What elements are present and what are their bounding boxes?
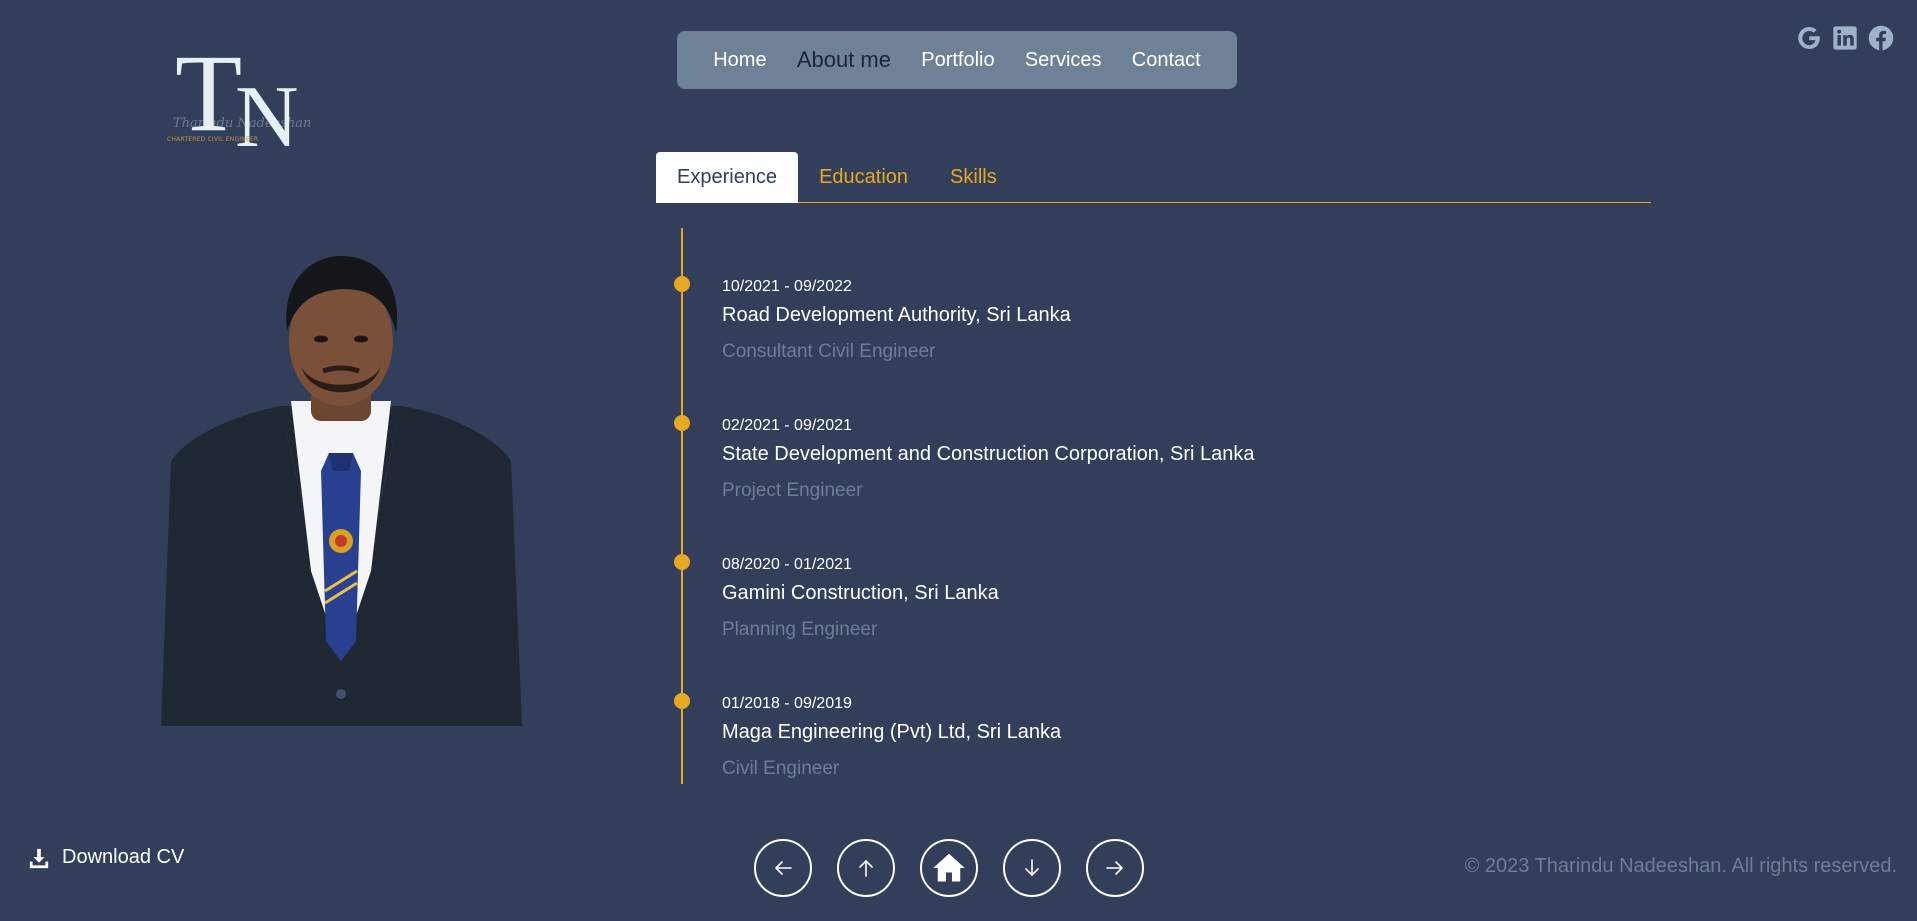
nav-about-me[interactable]: About me bbox=[797, 47, 891, 73]
timeline-dot bbox=[674, 276, 690, 292]
experience-organization: Maga Engineering (Pvt) Ltd, Sri Lanka bbox=[722, 721, 1062, 743]
logo-letter-t: T bbox=[175, 32, 242, 154]
experience-role: Planning Engineer bbox=[722, 619, 878, 640]
nav-contact[interactable]: Contact bbox=[1132, 49, 1201, 72]
timeline-item: 02/2021 - 09/2021 State Development and … bbox=[656, 367, 1556, 501]
about-tabs: Experience Education Skills bbox=[656, 152, 1651, 203]
home-icon bbox=[933, 853, 965, 882]
experience-date: 02/2021 - 09/2021 bbox=[722, 417, 852, 434]
social-links bbox=[1795, 24, 1895, 52]
timeline-item: 01/2018 - 09/2019 Maga Engineering (Pvt)… bbox=[656, 645, 1556, 779]
experience-role: Project Engineer bbox=[722, 480, 863, 501]
experience-date: 01/2018 - 09/2019 bbox=[722, 695, 852, 712]
timeline-dot bbox=[674, 693, 690, 709]
logo-tagline: CHARTERED CIVIL ENGINEER bbox=[167, 136, 259, 143]
logo[interactable]: T N Tharindu Nadeeshan CHARTERED CIVIL E… bbox=[165, 32, 315, 162]
nav-services[interactable]: Services bbox=[1025, 49, 1102, 72]
experience-date: 10/2021 - 09/2022 bbox=[722, 278, 852, 295]
timeline-item: 08/2020 - 01/2021 Gamini Construction, S… bbox=[656, 506, 1556, 640]
next-section-button[interactable] bbox=[1086, 839, 1144, 897]
timeline-item: 10/2021 - 09/2022 Road Development Autho… bbox=[656, 228, 1556, 362]
experience-role: Civil Engineer bbox=[722, 758, 840, 779]
download-icon bbox=[29, 848, 49, 868]
main-nav: Home About me Portfolio Services Contact bbox=[677, 31, 1237, 89]
arrow-down-icon bbox=[1025, 859, 1039, 876]
nav-home[interactable]: Home bbox=[713, 49, 766, 72]
timeline-dot bbox=[674, 415, 690, 431]
scroll-down-button[interactable] bbox=[1003, 839, 1061, 897]
tab-education[interactable]: Education bbox=[798, 152, 929, 203]
experience-timeline: 10/2021 - 09/2022 Road Development Autho… bbox=[656, 228, 1556, 784]
arrow-up-icon bbox=[859, 860, 873, 877]
download-cv-button[interactable]: Download CV bbox=[28, 846, 184, 869]
tab-experience[interactable]: Experience bbox=[656, 152, 799, 203]
experience-organization: Road Development Authority, Sri Lanka bbox=[722, 304, 1071, 326]
arrow-right-icon bbox=[1106, 861, 1123, 875]
logo-script: Tharindu Nadeeshan bbox=[173, 116, 312, 131]
google-icon[interactable] bbox=[1795, 24, 1823, 52]
scroll-up-button[interactable] bbox=[837, 839, 895, 897]
prev-section-button[interactable] bbox=[754, 839, 812, 897]
experience-role: Consultant Civil Engineer bbox=[722, 341, 936, 362]
copyright-text: © 2023 Tharindu Nadeeshan. All rights re… bbox=[1464, 855, 1897, 877]
download-cv-label: Download CV bbox=[62, 846, 185, 868]
experience-date: 08/2020 - 01/2021 bbox=[722, 556, 852, 573]
timeline-dot bbox=[674, 554, 690, 570]
profile-photo bbox=[161, 256, 522, 726]
arrow-left-icon bbox=[775, 861, 792, 875]
facebook-icon[interactable] bbox=[1867, 24, 1895, 52]
linkedin-icon[interactable] bbox=[1831, 24, 1859, 52]
experience-organization: Gamini Construction, Sri Lanka bbox=[722, 582, 999, 604]
nav-portfolio[interactable]: Portfolio bbox=[921, 49, 994, 72]
section-navigation bbox=[754, 839, 1144, 897]
tab-skills[interactable]: Skills bbox=[929, 152, 1018, 203]
experience-organization: State Development and Construction Corpo… bbox=[722, 443, 1255, 465]
home-button[interactable] bbox=[920, 839, 978, 897]
